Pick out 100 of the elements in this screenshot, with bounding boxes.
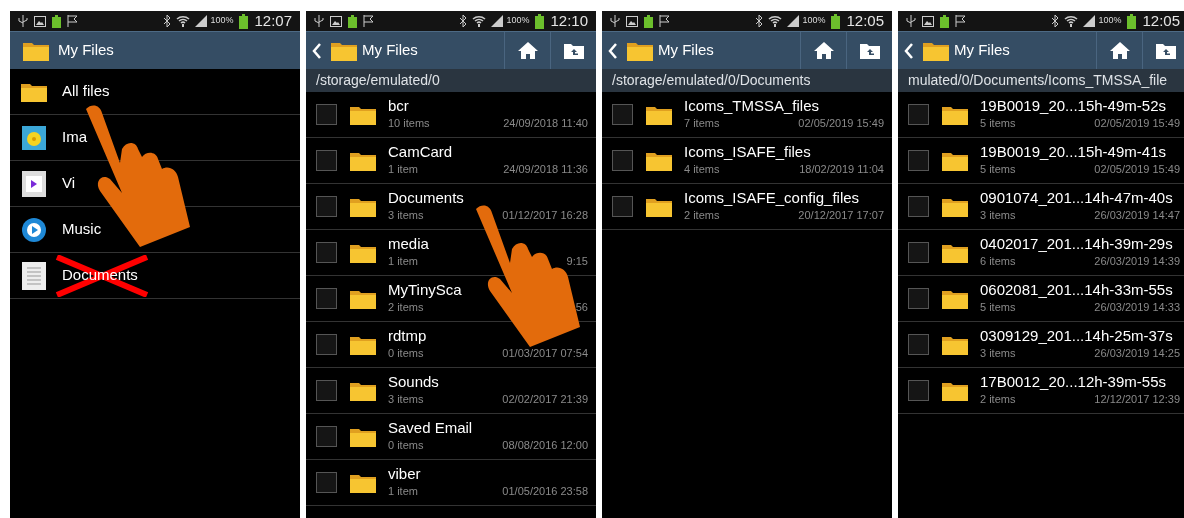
clock-time: 12:10 bbox=[550, 11, 588, 31]
music-play-icon bbox=[21, 216, 47, 243]
folder-row[interactable]: Icoms_ISAFE_files 4 items 18/02/2019 11:04 bbox=[602, 138, 892, 184]
picture-icon bbox=[626, 15, 638, 27]
folder-name: Sounds bbox=[388, 373, 440, 392]
clock-time: 12:07 bbox=[254, 11, 292, 31]
item-count: 2 items bbox=[980, 392, 1016, 408]
back-icon[interactable] bbox=[904, 42, 914, 59]
battery-icon bbox=[1127, 13, 1137, 29]
folder-name: media bbox=[388, 235, 430, 254]
picture-icon bbox=[922, 15, 934, 27]
folder-path: mulated/0/Documents/Icoms_TMSSA_file bbox=[908, 71, 1168, 90]
folder-name: Icoms_TMSSA_files bbox=[684, 97, 821, 116]
signal-icon bbox=[195, 15, 208, 27]
flower-picture-icon bbox=[22, 125, 46, 150]
battery-percent: 100% bbox=[210, 14, 234, 28]
flag-icon bbox=[659, 15, 670, 27]
checkbox[interactable] bbox=[316, 150, 337, 171]
modified-date: 18/02/2019 11:04 bbox=[799, 162, 884, 178]
flag-icon bbox=[955, 15, 966, 27]
item-count: 5 items bbox=[980, 116, 1016, 132]
folder-row[interactable]: Saved Email 0 items 08/08/2016 12:00 bbox=[306, 414, 596, 460]
item-count: 2 items bbox=[388, 300, 424, 316]
document-icon bbox=[22, 261, 46, 290]
modified-date: 02/05/2019 15:49 bbox=[1094, 162, 1180, 178]
home-icon bbox=[1109, 42, 1130, 59]
folder-name: Saved Email bbox=[388, 419, 474, 438]
back-icon[interactable] bbox=[312, 42, 322, 59]
folder-name: Icoms_ISAFE_config_files bbox=[684, 189, 861, 208]
home-icon bbox=[813, 42, 834, 59]
checkbox[interactable] bbox=[612, 150, 633, 171]
upload-folder-icon bbox=[859, 42, 880, 59]
modified-date: 01/03/2017 07:54 bbox=[502, 346, 588, 362]
checkbox[interactable] bbox=[908, 334, 929, 355]
item-count: 4 items bbox=[684, 162, 720, 178]
home-icon bbox=[517, 42, 538, 59]
folder-name: 0602081_201...14h-33m-55s bbox=[980, 281, 1174, 300]
item-count: 1 item bbox=[388, 254, 418, 270]
checkbox[interactable] bbox=[316, 242, 337, 263]
checkbox[interactable] bbox=[316, 334, 337, 355]
modified-date: 26/03/2019 14:33 bbox=[1094, 300, 1180, 316]
checkbox[interactable] bbox=[908, 380, 929, 401]
item-count: 5 items bbox=[980, 162, 1016, 178]
folder-name: Icoms_ISAFE_files bbox=[684, 143, 812, 162]
picture-icon bbox=[330, 15, 342, 27]
checkbox[interactable] bbox=[908, 104, 929, 125]
usb-icon bbox=[314, 15, 324, 27]
checkbox[interactable] bbox=[908, 242, 929, 263]
checkbox[interactable] bbox=[316, 426, 337, 447]
upload-folder-icon bbox=[563, 42, 584, 59]
item-count: 3 items bbox=[388, 208, 424, 224]
film-icon bbox=[22, 170, 46, 197]
wifi-icon bbox=[176, 15, 191, 27]
folder-name: bcr bbox=[388, 97, 410, 116]
checkbox[interactable] bbox=[908, 196, 929, 217]
folder-row[interactable]: 19B0019_20...15h-49m-41s 5 items 02/05/2019 15:49 bbox=[898, 138, 1184, 184]
wifi-icon bbox=[1064, 15, 1079, 27]
folder-row[interactable]: 0402017_201...14h-39m-29s 6 items 26/03/2019 14:39 bbox=[898, 230, 1184, 276]
clock-time: 12:05 bbox=[846, 11, 884, 31]
battery-icon bbox=[239, 13, 249, 29]
battery-icon bbox=[644, 14, 653, 28]
folder-row[interactable]: 19B0019_20...15h-49m-52s 5 items 02/05/2019 15:49 bbox=[898, 92, 1184, 138]
modified-date: 08/08/2016 12:00 bbox=[502, 438, 588, 454]
signal-icon bbox=[491, 15, 504, 27]
wifi-icon bbox=[472, 15, 487, 27]
checkbox[interactable] bbox=[316, 380, 337, 401]
folder-row[interactable]: Sounds 3 items 02/02/2017 21:39 bbox=[306, 368, 596, 414]
battery-percent: 100% bbox=[1098, 14, 1122, 28]
battery-percent: 100% bbox=[802, 14, 826, 28]
checkbox[interactable] bbox=[316, 472, 337, 493]
folder-row[interactable]: viber 1 item 01/05/2016 23:58 bbox=[306, 460, 596, 506]
back-icon[interactable] bbox=[608, 42, 618, 59]
battery-icon bbox=[348, 14, 357, 28]
item-count: 7 items bbox=[684, 116, 720, 132]
folder-name: 0402017_201...14h-39m-29s bbox=[980, 235, 1174, 254]
folder-row[interactable]: bcr 10 items 24/09/2018 11:40 bbox=[306, 92, 596, 138]
app-title: My Files bbox=[362, 40, 419, 61]
folder-row[interactable]: 0602081_201...14h-33m-55s 5 items 26/03/2019 14:33 bbox=[898, 276, 1184, 322]
modified-date: 26/03/2019 14:25 bbox=[1094, 346, 1180, 362]
folder-row[interactable]: 0901074_201...14h-47m-40s 3 items 26/03/2019 14:47 bbox=[898, 184, 1184, 230]
checkbox[interactable] bbox=[316, 104, 337, 125]
folder-row[interactable]: CamCard 1 item 24/09/2018 11:36 bbox=[306, 138, 596, 184]
folder-name: CamCard bbox=[388, 143, 454, 162]
folder-row[interactable]: Icoms_TMSSA_files 7 items 02/05/2019 15:49 bbox=[602, 92, 892, 138]
checkbox[interactable] bbox=[316, 288, 337, 309]
folder-row[interactable]: Icoms_ISAFE_config_files 2 items 20/12/2017 17:07 bbox=[602, 184, 892, 230]
checkbox[interactable] bbox=[612, 196, 633, 217]
bluetooth-icon bbox=[164, 15, 172, 27]
folder-row[interactable]: 17B0012_20...12h-39m-55s 2 items 12/12/2017 12:39 bbox=[898, 368, 1184, 414]
app-title: My Files bbox=[658, 40, 715, 61]
folder-name: viber bbox=[388, 465, 422, 484]
modified-date: 26/03/2019 14:39 bbox=[1094, 254, 1180, 270]
modified-date: 12/12/2017 12:39 bbox=[1094, 392, 1180, 408]
folder-row[interactable]: 0309129_201...14h-25m-37s 3 items 26/03/2019 14:25 bbox=[898, 322, 1184, 368]
checkbox[interactable] bbox=[316, 196, 337, 217]
modified-date: 01/12/2017 16:28 bbox=[502, 208, 588, 224]
item-count: 3 items bbox=[980, 208, 1016, 224]
checkbox[interactable] bbox=[612, 104, 633, 125]
checkbox[interactable] bbox=[908, 150, 929, 171]
checkbox[interactable] bbox=[908, 288, 929, 309]
